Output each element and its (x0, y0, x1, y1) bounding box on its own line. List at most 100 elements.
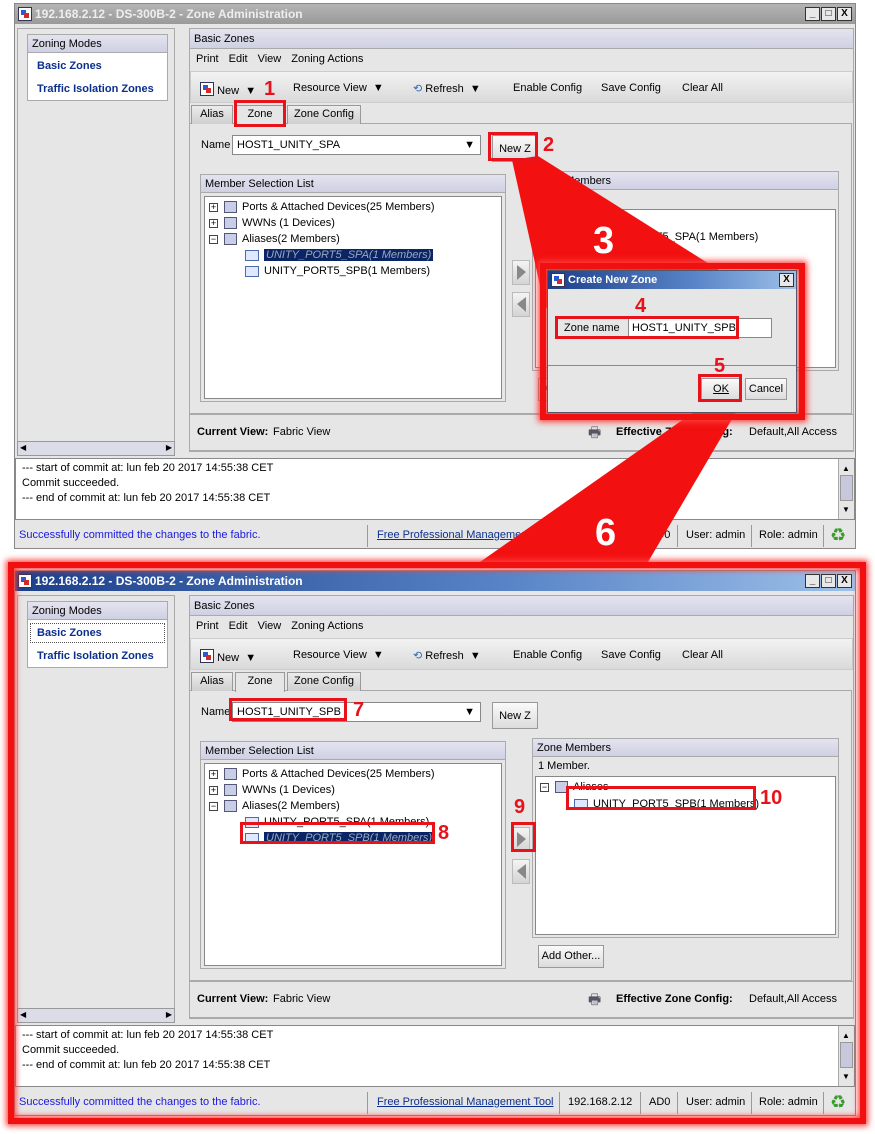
menu-zoning-actions[interactable]: Zoning Actions (291, 53, 363, 65)
menu-print[interactable]: Print (196, 53, 219, 65)
zoning-mode-traffic-isolation[interactable]: Traffic Isolation Zones (30, 79, 165, 99)
minimize-icon[interactable]: _ (805, 574, 820, 588)
menu-zoning-actions[interactable]: Zoning Actions (291, 620, 363, 632)
vertical-scrollbar[interactable]: ▲ ▼ (838, 1026, 854, 1086)
new-label: New (217, 652, 240, 664)
close-icon[interactable]: X (837, 574, 852, 588)
name-label: Name (201, 706, 231, 718)
free-management-tool-link[interactable]: Free Professional Management Tool (377, 522, 554, 548)
tree-item-label: Aliases(2 Members) (242, 800, 340, 812)
new-button[interactable]: New ▼ (200, 80, 256, 97)
refresh-label: Refresh (425, 83, 464, 95)
refresh-button[interactable]: ⟲ Refresh ▼ (413, 82, 481, 95)
folder-icon (555, 214, 568, 227)
tree-item-aliases[interactable]: − Aliases(2 Members) (209, 798, 340, 814)
tab-zone-config[interactable]: Zone Config (287, 672, 361, 691)
divider (677, 525, 678, 547)
menu-edit[interactable]: Edit (229, 620, 248, 632)
tree-item-ports[interactable]: + Ports & Attached Devices(25 Members) (209, 766, 435, 782)
collapse-icon[interactable]: − (209, 801, 218, 811)
tree-item-alias[interactable]: UNITY_PORT5_SPA(1 Members) (245, 247, 434, 263)
expand-icon[interactable]: + (209, 218, 218, 228)
horizontal-scrollbar[interactable]: ◀ ▶ (17, 1008, 175, 1023)
close-icon[interactable]: X (837, 7, 852, 21)
enable-config-button[interactable]: Enable Config (513, 649, 582, 661)
tree-item-wwns[interactable]: + WWNs (1 Devices) (209, 782, 335, 798)
cancel-button[interactable]: Cancel (745, 378, 787, 400)
menu-bar: Print Edit View Zoning Actions (196, 53, 373, 65)
arrow-right-icon (517, 265, 526, 280)
zone-name-select[interactable]: HOST1_UNITY_SPA ▼ (232, 135, 481, 155)
refresh-status-icon[interactable]: ♻ (830, 522, 846, 548)
create-new-zone-dialog: Create New Zone X Zone name OK Cancel (547, 270, 797, 413)
clear-all-button[interactable]: Clear All (682, 82, 723, 94)
collapse-icon[interactable]: − (540, 215, 549, 225)
minimize-icon[interactable]: _ (805, 7, 820, 21)
horizontal-scrollbar[interactable]: ◀ ▶ (17, 441, 175, 456)
expand-icon[interactable]: + (209, 202, 218, 212)
annotation-number: 9 (514, 796, 526, 818)
alias-icon (245, 265, 259, 277)
app-icon (18, 574, 32, 588)
new-zone-icon (200, 82, 214, 96)
add-member-button[interactable] (512, 260, 530, 285)
close-icon[interactable]: X (779, 273, 794, 287)
zoning-mode-traffic-isolation[interactable]: Traffic Isolation Zones (30, 646, 165, 666)
resource-view-dropdown[interactable]: Resource View ▼ (293, 82, 384, 94)
maximize-icon[interactable]: □ (821, 574, 836, 588)
tree-item-aliases[interactable]: − Aliases(2 Members) (209, 231, 340, 247)
menu-view[interactable]: View (258, 620, 282, 632)
printer-icon[interactable]: 🖶 (588, 415, 601, 450)
zone-members-panel: Zone Members 1 Member. − Aliases UNITY_PO… (532, 738, 839, 938)
tab-zone-config[interactable]: Zone Config (287, 105, 361, 124)
zoning-mode-basic-zones[interactable]: Basic Zones (30, 623, 165, 643)
save-config-button[interactable]: Save Config (601, 649, 661, 661)
current-view-label: Current View: (197, 993, 269, 1005)
member-tree: + Ports & Attached Devices(25 Members) + W… (204, 196, 502, 399)
ports-icon (224, 768, 237, 781)
annotation-number: 3 (593, 220, 615, 262)
resource-view-dropdown[interactable]: Resource View ▼ (293, 649, 384, 661)
folder-icon (224, 800, 237, 813)
add-other-button[interactable]: Add Other... (538, 945, 604, 968)
tree-item-alias[interactable]: UNITY_PORT5_SPB(1 Members) (245, 263, 430, 279)
refresh-status-icon[interactable]: ♻ (830, 1089, 846, 1115)
zoning-modes-header: Zoning Modes (28, 35, 167, 53)
status-message: Successfully committed the changes to th… (19, 1096, 261, 1108)
menu-print[interactable]: Print (196, 620, 219, 632)
expand-icon[interactable]: + (209, 769, 218, 779)
free-management-tool-link[interactable]: Free Professional Management Tool (377, 1089, 554, 1115)
tree-item-ports[interactable]: + Ports & Attached Devices(25 Members) (209, 199, 435, 215)
highlight-add-arrow (511, 822, 536, 852)
toolbar: New ▼ Resource View ▼ ⟲ Refresh ▼ Enable… (190, 71, 853, 103)
zoning-modes-header: Zoning Modes (28, 602, 167, 620)
admin-domain: AD0 (649, 1096, 671, 1108)
alias-icon (245, 249, 259, 261)
menu-edit[interactable]: Edit (229, 53, 248, 65)
remove-member-button[interactable] (512, 292, 530, 317)
expand-icon[interactable]: + (209, 785, 218, 795)
save-config-button[interactable]: Save Config (601, 82, 661, 94)
maximize-icon[interactable]: □ (821, 7, 836, 21)
tree-item-wwns[interactable]: + WWNs (1 Devices) (209, 215, 335, 231)
tab-alias[interactable]: Alias (191, 105, 233, 124)
new-button[interactable]: New ▼ (200, 647, 256, 664)
tab-alias[interactable]: Alias (191, 672, 233, 691)
printer-icon[interactable]: 🖶 (588, 982, 601, 1017)
divider (640, 525, 641, 547)
collapse-icon[interactable]: − (540, 782, 549, 792)
menu-view[interactable]: View (258, 53, 282, 65)
refresh-button[interactable]: ⟲ Refresh ▼ (413, 649, 481, 662)
admin-domain: AD0 (649, 529, 671, 541)
remove-member-button[interactable] (512, 859, 530, 884)
new-zone-button[interactable]: New Z (492, 702, 538, 729)
zoning-mode-basic-zones[interactable]: Basic Zones (30, 56, 165, 76)
tab-zone[interactable]: Zone (235, 672, 285, 692)
enable-config-button[interactable]: Enable Config (513, 82, 582, 94)
annotation-number: 1 (264, 78, 276, 100)
zoning-modes-panel: Zoning Modes Basic Zones Traffic Isolati… (27, 601, 168, 668)
divider (367, 1092, 368, 1114)
vertical-scrollbar[interactable]: ▲ ▼ (838, 459, 854, 519)
collapse-icon[interactable]: − (209, 234, 218, 244)
clear-all-button[interactable]: Clear All (682, 649, 723, 661)
